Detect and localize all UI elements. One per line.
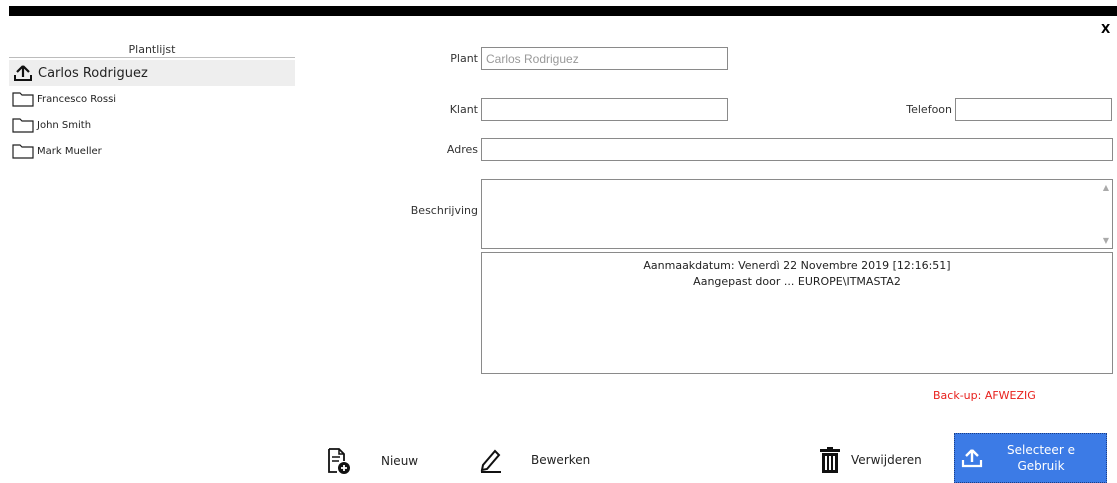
info-panel: Aanmaakdatum: Venerdì 22 Novembre 2019 […	[481, 252, 1113, 374]
sidebar-title: Plantlijst	[128, 43, 176, 56]
title-bar	[9, 6, 1117, 16]
plant-item-carlos-rodriguez[interactable]: Carlos Rodriguez	[9, 60, 295, 86]
plant-item-label: Carlos Rodriguez	[38, 65, 148, 81]
delete-button[interactable]: Verwijderen	[817, 445, 922, 475]
upload-icon	[11, 63, 35, 83]
close-button[interactable]: X	[1101, 22, 1110, 36]
backup-status: Back-up: AFWEZIG	[933, 389, 1036, 402]
trash-icon	[817, 445, 843, 475]
folder-icon	[11, 89, 35, 109]
select-label-line2: Gebruik	[1017, 459, 1065, 473]
telefoon-label: Telefoon	[906, 103, 952, 116]
modified-by: Aangepast door ... EUROPE\ITMASTA2	[693, 275, 901, 288]
scroll-down-icon[interactable]: ▼	[1103, 236, 1109, 245]
plant-item-mark-mueller[interactable]: Mark Mueller	[9, 138, 295, 164]
adres-field[interactable]	[481, 138, 1113, 161]
klant-label: Klant	[449, 103, 478, 116]
plant-item-label: John Smith	[37, 119, 92, 131]
select-and-use-button[interactable]: Selecteer e Gebruik	[954, 433, 1107, 483]
delete-label: Verwijderen	[851, 453, 922, 467]
beschrijving-field[interactable]: ▲ ▼	[481, 179, 1113, 249]
scroll-up-icon[interactable]: ▲	[1103, 183, 1109, 192]
plant-item-label: Mark Mueller	[37, 145, 102, 157]
new-label: Nieuw	[381, 454, 419, 468]
adres-label: Adres	[446, 143, 478, 156]
folder-icon	[11, 115, 35, 135]
telefoon-field[interactable]	[955, 98, 1112, 121]
klant-field[interactable]	[481, 98, 728, 121]
plant-item-label: Francesco Rossi	[37, 93, 117, 105]
plant-field[interactable]	[481, 47, 728, 70]
pencil-icon	[478, 446, 504, 474]
upload-icon	[958, 444, 986, 472]
plant-label: Plant	[450, 52, 478, 65]
new-document-icon	[325, 446, 353, 476]
new-button[interactable]: Nieuw	[325, 446, 418, 476]
creation-date: Aanmaakdatum: Venerdì 22 Novembre 2019 […	[643, 259, 951, 272]
plant-item-john-smith[interactable]: John Smith	[9, 112, 295, 138]
select-and-use-label: Selecteer e Gebruik	[986, 442, 1096, 474]
select-label-line1: Selecteer e	[1007, 443, 1075, 457]
edit-button[interactable]: Bewerken	[478, 446, 590, 474]
beschrijving-label: Beschrijving	[410, 204, 478, 217]
sidebar-divider	[9, 57, 295, 58]
edit-label: Bewerken	[531, 453, 591, 467]
plant-item-francesco-rossi[interactable]: Francesco Rossi	[9, 86, 295, 112]
folder-icon	[11, 141, 35, 161]
plant-list: Carlos Rodriguez Francesco Rossi John Sm…	[9, 60, 295, 164]
